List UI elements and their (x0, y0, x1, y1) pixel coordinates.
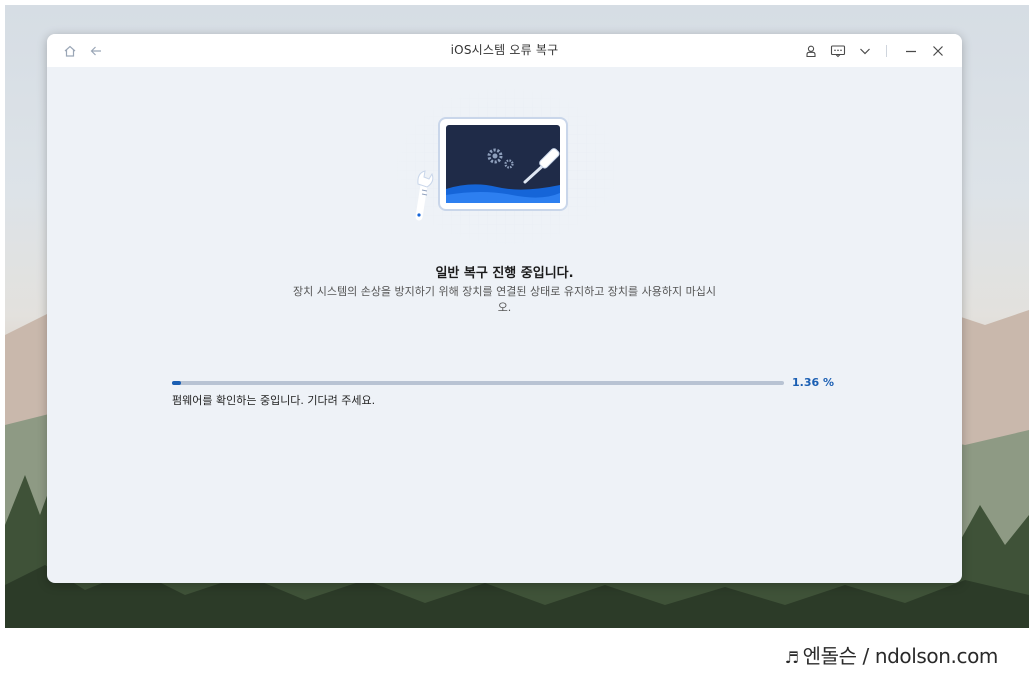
music-note-icon: ♬ (784, 648, 799, 667)
status-description: 장치 시스템의 손상을 방지하기 위해 장치를 연결된 상태로 유지하고 장치를… (292, 285, 717, 314)
watermark-text: 엔돌슨 / ndolson.com (802, 644, 999, 668)
progress-status-text: 펌웨어를 확인하는 중입니다. 기다려 주세요. (172, 394, 376, 407)
minimize-icon[interactable] (903, 43, 919, 59)
chevron-down-icon[interactable] (857, 43, 873, 59)
status-heading: 일반 복구 진행 중입니다. (435, 266, 574, 281)
progress-percent: 1.36 % (792, 376, 834, 389)
app-window: iOS시스템 오류 복구 일반 복구 진행 중입니다. 장치 시스템의 손상을 … (47, 34, 962, 583)
close-icon[interactable] (930, 43, 946, 59)
progress-bar (172, 381, 784, 385)
watermark: ♬ 엔돌슨 / ndolson.com (784, 640, 999, 669)
titlebar-divider (886, 45, 887, 57)
progress-fill (172, 381, 181, 385)
title-bar: iOS시스템 오류 복구 (47, 34, 962, 67)
user-icon[interactable] (803, 43, 819, 59)
repair-illustration (397, 89, 617, 244)
window-title: iOS시스템 오류 복구 (450, 43, 559, 57)
feedback-icon[interactable] (830, 43, 846, 59)
